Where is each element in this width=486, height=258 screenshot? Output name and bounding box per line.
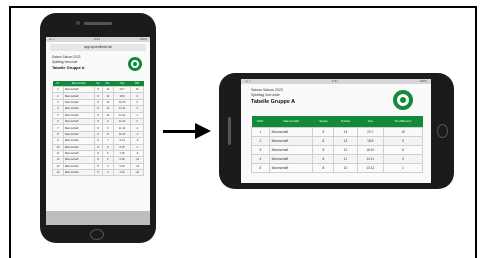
battery-indicator: 100% — [139, 37, 147, 41]
camera-icon — [76, 21, 80, 25]
table-cell: 10 — [333, 163, 358, 173]
table-cell: 8 — [312, 163, 335, 173]
table-cell: 2 — [251, 136, 270, 146]
home-button[interactable] — [90, 229, 104, 240]
table-cell: 13:12 — [356, 163, 385, 173]
table-cell: 5 — [251, 163, 270, 173]
status-time: 9:41 — [94, 37, 100, 41]
table-cell: 8 — [312, 145, 335, 155]
landscape-phone: ••• ≈ 9:41 100% Saison Saison 2023 Spiel… — [219, 73, 454, 189]
table-row[interactable]: 4 Mannschaft 8 11 14:11 3 — [251, 154, 423, 164]
column-header[interactable]: Spiele — [312, 116, 334, 128]
table-cell: 8 — [312, 136, 335, 146]
column-header[interactable]: Platz — [251, 116, 270, 128]
table-cell: Mannschaft — [268, 136, 314, 146]
table-cell: 9 — [383, 136, 423, 146]
page-header: Saison Saison 2023 Spieltag Vorrunde Tab… — [241, 84, 431, 112]
standings-table: Pl. Mannschaft Sp. Pkt. Tore Diff. 1 Mannschaf… — [52, 81, 144, 177]
table-cell: 1 — [251, 127, 270, 137]
table-row[interactable]: 14 Mannschaft 8 2 4:20 -16 — [52, 169, 144, 177]
table-cell: 1 — [383, 163, 423, 173]
signal-indicator: ••• ≈ — [49, 37, 55, 41]
table-cell: 16:10 — [356, 145, 385, 155]
column-header[interactable]: Tore — [357, 116, 384, 128]
table-cell: 4:20 — [112, 169, 132, 177]
arrow-right-icon — [195, 123, 211, 139]
landscape-screen: ••• ≈ 9:41 100% Saison Saison 2023 Spiel… — [241, 79, 431, 183]
table-cell: 12 — [333, 145, 358, 155]
speaker-grille — [228, 117, 231, 145]
table-cell: 22:7 — [356, 127, 385, 137]
table-row[interactable]: 2 Mannschaft 8 13 18:9 9 — [251, 136, 423, 146]
browser-toolbar — [46, 211, 150, 225]
table-cell: 14 — [333, 127, 358, 137]
table-cell: 6 — [383, 145, 423, 155]
column-header[interactable]: Punkte — [333, 116, 358, 128]
table-cell: 14 — [52, 169, 64, 177]
portrait-screen: ••• ≈ 9:41 100% app.sportdirekt.de Saiso… — [46, 37, 150, 225]
table-cell: 3 — [383, 154, 423, 164]
table-row[interactable]: 1 Mannschaft 8 14 22:7 15 — [251, 127, 423, 137]
table-cell: 3 — [251, 145, 270, 155]
table-cell: 13 — [333, 136, 358, 146]
page-header: Saison Saison 2023 Spieltag Vorrunde Tab… — [46, 53, 150, 79]
arrow-shaft — [163, 130, 197, 133]
table-cell: -16 — [130, 169, 144, 177]
home-button[interactable] — [437, 124, 448, 138]
table-cell: Mannschaft — [268, 154, 314, 164]
table-cell: Mannschaft — [268, 163, 314, 173]
standings-table: Platz Mannschaft Spiele Punkte Tore Tor-Diffe… — [251, 116, 423, 173]
table-cell: 11 — [333, 154, 358, 164]
address-bar[interactable]: app.sportdirekt.de — [50, 44, 146, 51]
column-header[interactable]: Tor-Differenz — [383, 116, 423, 128]
column-header[interactable]: Mannschaft — [269, 116, 313, 128]
table-cell: 15 — [383, 127, 423, 137]
status-bar: ••• ≈ 9:41 100% — [46, 37, 150, 42]
table-cell: Mannschaft — [268, 145, 314, 155]
club-crest-icon — [128, 57, 142, 71]
table-cell: 14:11 — [356, 154, 385, 164]
table-cell: 8 — [312, 154, 335, 164]
table-row[interactable]: 5 Mannschaft 8 10 13:12 1 — [251, 163, 423, 173]
table-cell: Mannschaft — [268, 127, 314, 137]
table-cell: Mannschaft — [62, 169, 95, 177]
club-crest-icon — [393, 90, 413, 110]
speaker-grille — [84, 22, 112, 25]
table-row[interactable]: 3 Mannschaft 8 12 16:10 6 — [251, 145, 423, 155]
table-cell: 8 — [312, 127, 335, 137]
table-cell: 2 — [101, 169, 114, 177]
table-cell: 4 — [251, 154, 270, 164]
table-cell: 8 — [93, 169, 103, 177]
table-cell: 18:9 — [356, 136, 385, 146]
portrait-phone: ••• ≈ 9:41 100% app.sportdirekt.de Saiso… — [40, 13, 156, 243]
